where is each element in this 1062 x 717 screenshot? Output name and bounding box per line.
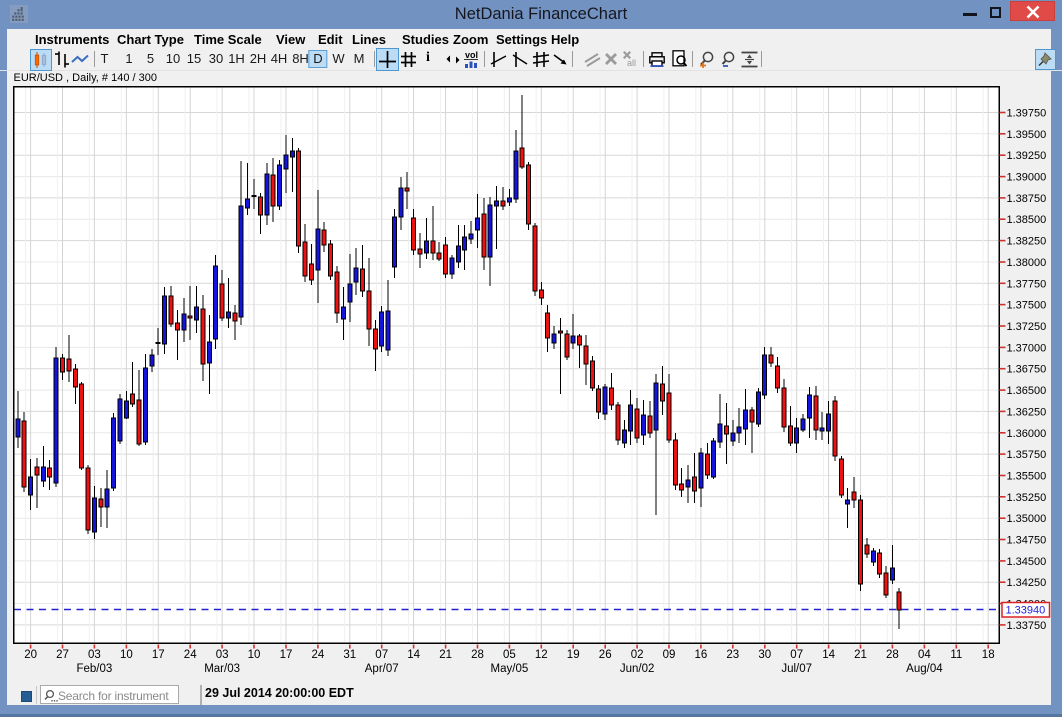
svg-text:1.37250: 1.37250 — [1007, 321, 1047, 333]
svg-text:05: 05 — [503, 649, 516, 661]
svg-text:21: 21 — [854, 649, 867, 661]
svg-text:09: 09 — [663, 649, 676, 661]
svg-text:14: 14 — [822, 649, 835, 661]
svg-text:23: 23 — [726, 649, 739, 661]
svg-text:1.35000: 1.35000 — [1007, 513, 1047, 525]
svg-text:27: 27 — [56, 649, 69, 661]
svg-text:03: 03 — [88, 649, 101, 661]
svg-text:02: 02 — [631, 649, 644, 661]
svg-text:Feb/03: Feb/03 — [76, 663, 112, 675]
svg-text:1.36750: 1.36750 — [1007, 364, 1047, 376]
svg-text:1.36250: 1.36250 — [1007, 406, 1047, 418]
svg-text:03: 03 — [216, 649, 229, 661]
svg-text:14: 14 — [407, 649, 420, 661]
svg-text:24: 24 — [184, 649, 197, 661]
svg-text:May/05: May/05 — [491, 663, 529, 675]
svg-text:EUR/USD , Daily, # 140 / 300: EUR/USD , Daily, # 140 / 300 — [14, 72, 157, 84]
svg-text:1.38000: 1.38000 — [1007, 257, 1047, 269]
svg-text:Jun/02: Jun/02 — [620, 663, 655, 675]
svg-text:10: 10 — [248, 649, 261, 661]
svg-text:1.36500: 1.36500 — [1007, 385, 1047, 397]
svg-text:31: 31 — [343, 649, 356, 661]
svg-text:1.39000: 1.39000 — [1007, 172, 1047, 184]
svg-text:16: 16 — [695, 649, 708, 661]
svg-text:17: 17 — [280, 649, 293, 661]
svg-text:1.34250: 1.34250 — [1007, 577, 1047, 589]
svg-text:1.39750: 1.39750 — [1007, 108, 1047, 120]
svg-text:24: 24 — [312, 649, 325, 661]
svg-text:10: 10 — [120, 649, 133, 661]
svg-text:1.34750: 1.34750 — [1007, 535, 1047, 547]
svg-text:1.34500: 1.34500 — [1007, 556, 1047, 568]
svg-text:07: 07 — [375, 649, 388, 661]
svg-text:1.35750: 1.35750 — [1007, 449, 1047, 461]
svg-text:19: 19 — [567, 649, 580, 661]
svg-text:Mar/03: Mar/03 — [204, 663, 240, 675]
svg-text:1.37750: 1.37750 — [1007, 278, 1047, 290]
svg-text:04: 04 — [918, 649, 931, 661]
svg-text:1.38750: 1.38750 — [1007, 193, 1047, 205]
svg-text:1.36000: 1.36000 — [1007, 428, 1047, 440]
svg-text:1.38250: 1.38250 — [1007, 236, 1047, 248]
svg-text:20: 20 — [24, 649, 37, 661]
svg-text:1.39500: 1.39500 — [1007, 129, 1047, 141]
svg-text:11: 11 — [950, 649, 962, 661]
svg-text:28: 28 — [471, 649, 484, 661]
svg-text:1.39250: 1.39250 — [1007, 150, 1047, 162]
svg-text:Apr/07: Apr/07 — [365, 663, 399, 675]
svg-text:12: 12 — [535, 649, 548, 661]
svg-text:07: 07 — [790, 649, 803, 661]
svg-text:18: 18 — [982, 649, 995, 661]
svg-text:1.33940: 1.33940 — [1006, 605, 1046, 617]
svg-text:1.38500: 1.38500 — [1007, 214, 1047, 226]
svg-text:1.37500: 1.37500 — [1007, 300, 1047, 312]
svg-text:1.33750: 1.33750 — [1007, 620, 1047, 632]
svg-text:17: 17 — [152, 649, 165, 661]
svg-text:21: 21 — [439, 649, 452, 661]
svg-text:1.35250: 1.35250 — [1007, 492, 1047, 504]
svg-text:1.35500: 1.35500 — [1007, 471, 1047, 483]
svg-text:Jul/07: Jul/07 — [781, 663, 812, 675]
svg-text:30: 30 — [758, 649, 771, 661]
svg-text:Aug/04: Aug/04 — [906, 663, 943, 675]
svg-text:26: 26 — [599, 649, 612, 661]
svg-text:1.37000: 1.37000 — [1007, 342, 1047, 354]
svg-text:28: 28 — [886, 649, 899, 661]
